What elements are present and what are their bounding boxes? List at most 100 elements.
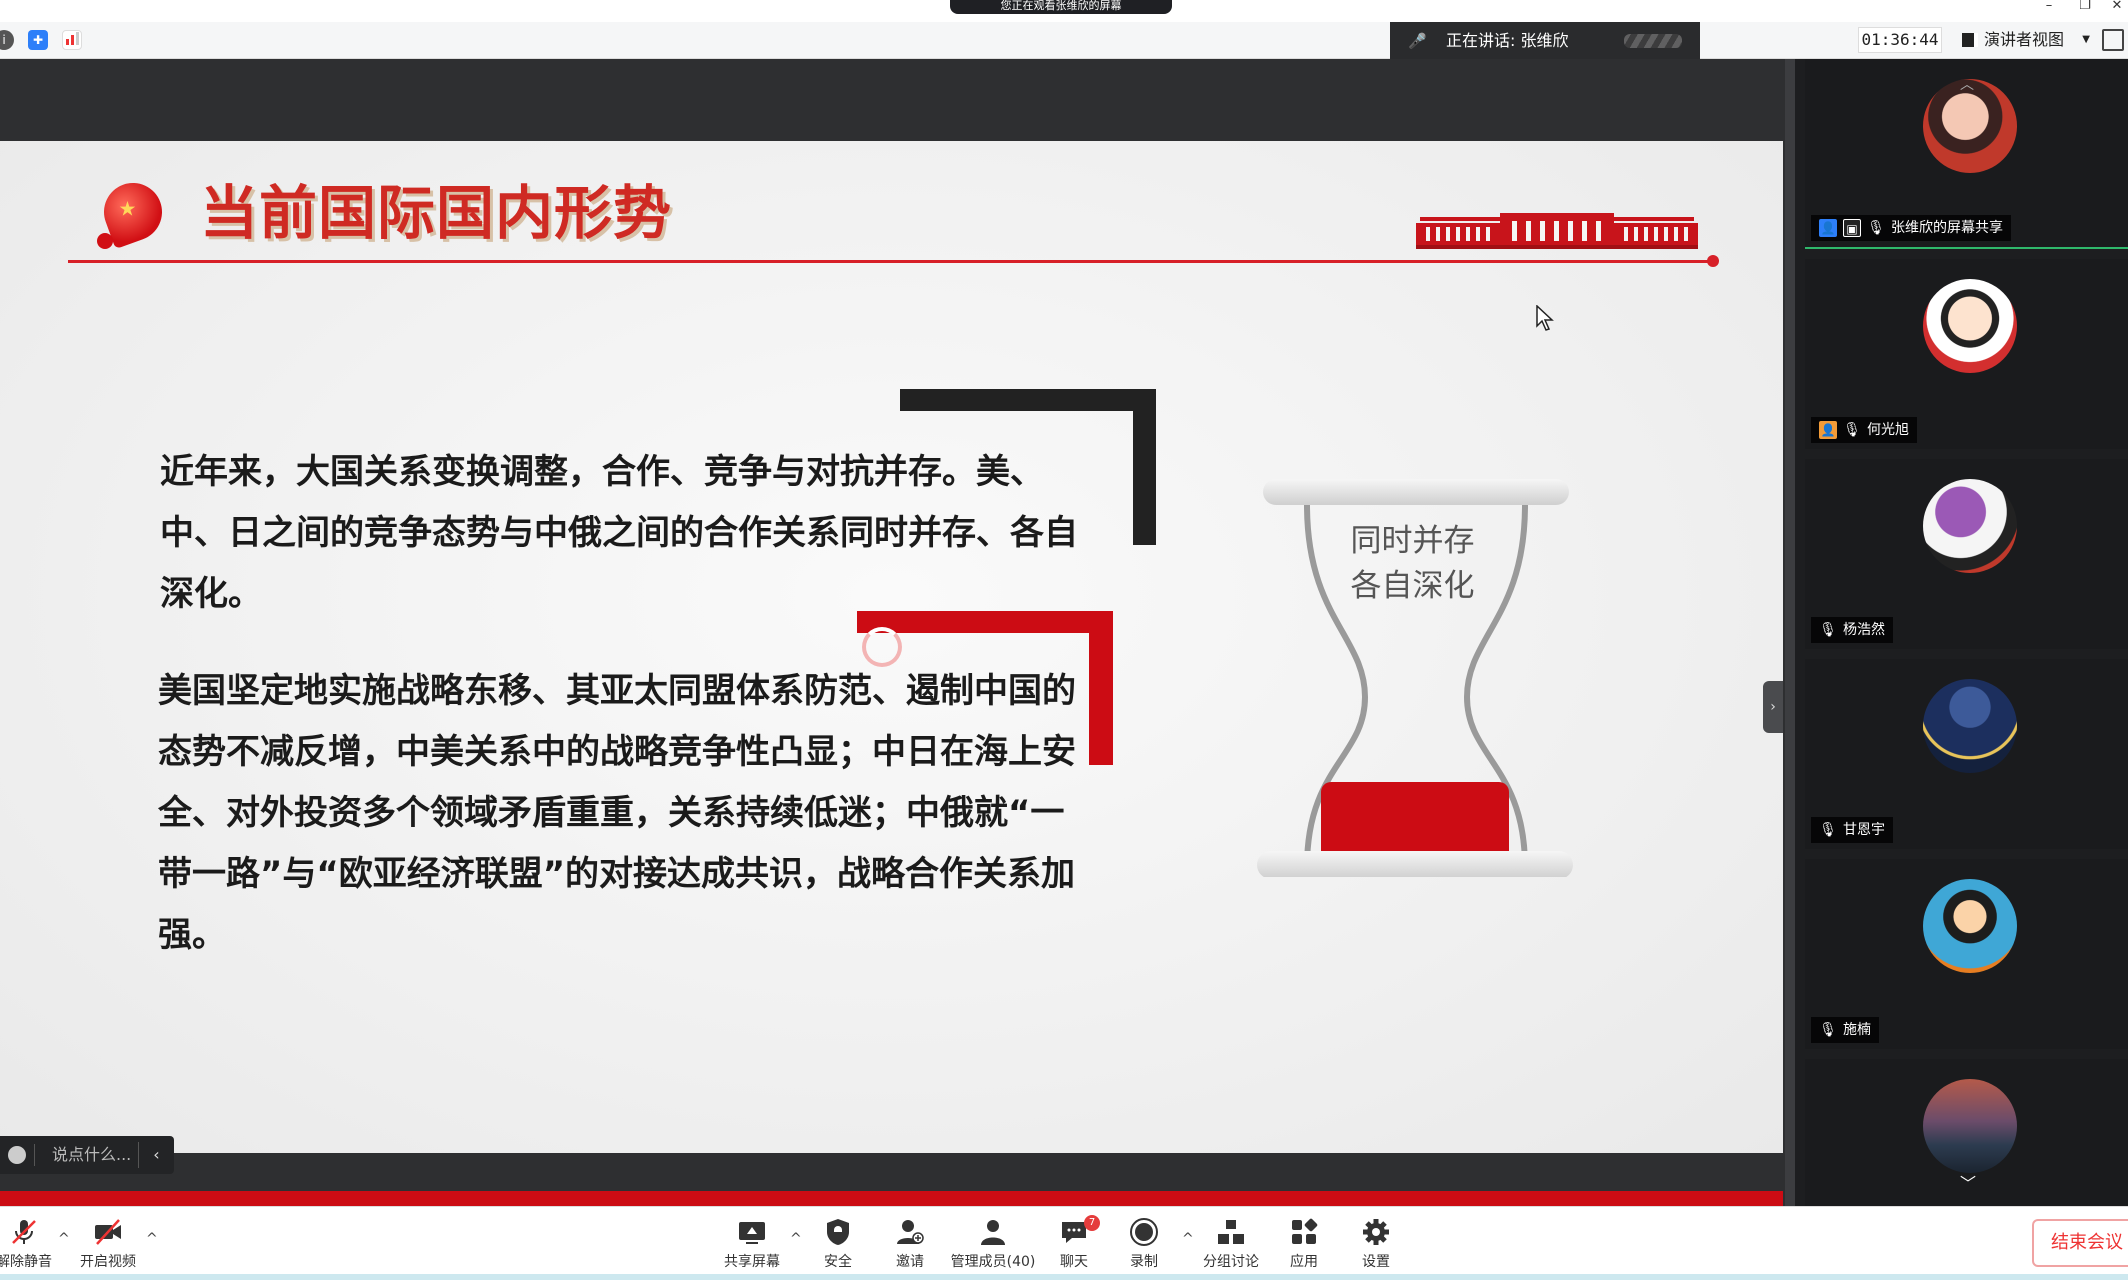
gallery-scroll-up-icon[interactable]: ︿ bbox=[1960, 74, 1974, 94]
start-video-button[interactable]: 开启视频 bbox=[68, 1213, 148, 1275]
meeting-timer: 01:36:44 bbox=[1858, 27, 1942, 53]
unmute-label: 解除静音 bbox=[0, 1254, 52, 1270]
participant-name: 何光旭 bbox=[1867, 422, 1909, 438]
add-user-icon bbox=[897, 1220, 924, 1244]
breakout-button[interactable]: 分组讨论 bbox=[1191, 1213, 1271, 1275]
hourglass-line-2: 各自深化 bbox=[1350, 568, 1475, 604]
chevron-down-icon: ▼ bbox=[2082, 34, 2090, 45]
participant-tile[interactable]: 🎙 杨浩然 bbox=[1805, 459, 2128, 649]
participant-name: 施楠 bbox=[1843, 1022, 1871, 1038]
divider-dot bbox=[1707, 255, 1719, 267]
video-options-caret[interactable]: ^ bbox=[146, 1231, 158, 1247]
slide-paragraph-2: 美国坚定地实施战略东移、其亚太同盟体系防范、遏制中国的态势不减反增，中美关系中的… bbox=[158, 671, 1076, 955]
close-icon[interactable]: ✕ bbox=[2104, 0, 2128, 14]
record-icon bbox=[1130, 1218, 1158, 1246]
security-label: 安全 bbox=[824, 1254, 852, 1270]
participant-name-tag: 🎙 甘恩宇 bbox=[1811, 817, 1893, 843]
signal-icon[interactable] bbox=[62, 30, 82, 50]
participant-tile[interactable]: 🎙 施楠 bbox=[1805, 859, 2128, 1049]
mic-muted-icon: 🎙 bbox=[1819, 822, 1837, 838]
record-button[interactable]: 录制 bbox=[1104, 1213, 1184, 1275]
chat-placeholder[interactable]: 说点什么... bbox=[52, 1136, 131, 1174]
security-button[interactable]: 安全 bbox=[798, 1213, 878, 1275]
mic-muted-icon: 🎙 bbox=[1843, 422, 1861, 438]
settings-button[interactable]: 设置 bbox=[1336, 1213, 1416, 1275]
participant-tile[interactable]: 🎙 甘恩宇 bbox=[1805, 659, 2128, 849]
share-screen-icon bbox=[739, 1222, 765, 1244]
video-off-icon bbox=[95, 1219, 121, 1245]
share-screen-label: 共享屏幕 bbox=[724, 1254, 780, 1270]
unmute-button[interactable]: 解除静音 bbox=[0, 1213, 64, 1275]
slide-paragraph-1: 近年来，大国关系变换调整，合作、竞争与对抗并存。美、中、日之间的竞争态势与中俄之… bbox=[160, 452, 1078, 614]
end-meeting-button[interactable]: 结束会议 bbox=[2032, 1219, 2128, 1267]
share-banner[interactable]: 您正在观看张维欣的屏幕 bbox=[950, 0, 1172, 14]
apps-label: 应用 bbox=[1290, 1254, 1318, 1270]
title-divider bbox=[68, 260, 1716, 263]
mic-muted-icon: 🎙 bbox=[1819, 1022, 1837, 1038]
apps-button[interactable]: 应用 bbox=[1264, 1213, 1344, 1275]
bracket-red-top bbox=[857, 611, 1113, 633]
share-screen-button[interactable]: 共享屏幕 bbox=[712, 1213, 792, 1275]
avatar bbox=[1923, 279, 2017, 373]
chat-button[interactable]: 7 聊天 bbox=[1034, 1213, 1114, 1275]
participant-name: 张维欣的屏幕共享 bbox=[1891, 220, 2003, 236]
mic-muted-icon: 🎤 bbox=[1408, 32, 1427, 50]
presentation-slide: ★ 当前国际国内形势 近年来，大国关系变换调整，合作、竞争与对抗并存。美、中、日… bbox=[0, 141, 1783, 1153]
bracket-black-top bbox=[900, 389, 1156, 411]
slide-title: 当前国际国内形势 bbox=[200, 179, 673, 247]
bottom-toolbar: 解除静音 ^ 开启视频 ^ 共享屏幕 ^ 安全 邀请 管理成员(40) 7 聊天 bbox=[0, 1206, 2128, 1280]
hourglass-caption: 同时并存 各自深化 bbox=[1330, 519, 1495, 609]
view-mode-label: 演讲者视图 bbox=[1984, 30, 2065, 49]
view-mode-button[interactable]: 演讲者视图 ▼ bbox=[1958, 27, 2094, 53]
record-label: 录制 bbox=[1130, 1254, 1158, 1270]
invite-button[interactable]: 邀请 bbox=[870, 1213, 950, 1275]
participant-name-tag: 🎙 杨浩然 bbox=[1811, 617, 1893, 643]
breakout-rooms-icon bbox=[1218, 1220, 1244, 1244]
hourglass-line-1: 同时并存 bbox=[1350, 523, 1475, 559]
bracket-black-right bbox=[1133, 389, 1156, 545]
participant-tile[interactable]: 👤 🎙 何光旭 bbox=[1805, 259, 2128, 449]
emoji-icon[interactable] bbox=[8, 1146, 26, 1164]
avatar bbox=[1923, 1079, 2017, 1173]
great-hall-icon bbox=[1416, 213, 1698, 249]
divider bbox=[34, 1144, 35, 1166]
minimize-icon[interactable]: – bbox=[2036, 0, 2062, 14]
breakout-label: 分组讨论 bbox=[1203, 1254, 1259, 1270]
mic-muted-icon bbox=[12, 1220, 36, 1244]
restore-icon[interactable]: ❐ bbox=[2072, 0, 2098, 14]
fullscreen-icon[interactable] bbox=[2102, 29, 2124, 51]
shield-icon bbox=[827, 1219, 849, 1245]
small-balloon-icon bbox=[97, 233, 113, 249]
chat-quick-input[interactable]: 说点什么... ‹ bbox=[0, 1136, 174, 1174]
mic-icon: 🎙 bbox=[1867, 220, 1885, 236]
gallery-scroll-down-icon[interactable]: ﹀ bbox=[1960, 1170, 1976, 1194]
meeting-window: 您正在观看张维欣的屏幕 – ❐ ✕ i ✚ 🎤 正在讲话: 张维欣 01:36:… bbox=[0, 0, 2128, 1280]
gear-icon bbox=[1363, 1219, 1389, 1245]
collapse-gallery-button[interactable]: › bbox=[1763, 681, 1783, 733]
participant-gallery: 👤 ▣ 🎙 张维欣的屏幕共享 👤 🎙 何光旭 🎙 杨浩然 � bbox=[1785, 59, 2128, 1206]
participant-name-tag: 🎙 施楠 bbox=[1811, 1017, 1879, 1043]
user-icon: 👤 bbox=[1819, 219, 1837, 237]
speaking-indicator: 🎤 正在讲话: 张维欣 bbox=[1390, 22, 1700, 60]
screen-share-icon: ▣ bbox=[1843, 219, 1861, 237]
invite-label: 邀请 bbox=[896, 1254, 924, 1270]
user-icon: 👤 bbox=[1819, 421, 1837, 439]
layout-icon bbox=[1962, 33, 1978, 47]
participant-name-tag: 👤 ▣ 🎙 张维欣的屏幕共享 bbox=[1811, 215, 2011, 241]
participant-name: 杨浩然 bbox=[1843, 622, 1885, 638]
start-video-label: 开启视频 bbox=[80, 1254, 136, 1270]
shield-icon[interactable]: ✚ bbox=[28, 30, 48, 50]
speaking-wave-icon bbox=[1624, 34, 1682, 48]
chevron-left-icon[interactable]: ‹ bbox=[138, 1142, 174, 1168]
chat-label: 聊天 bbox=[1060, 1254, 1088, 1270]
settings-label: 设置 bbox=[1362, 1254, 1390, 1270]
manage-members-label: 管理成员(40) bbox=[950, 1254, 1036, 1270]
manage-members-button[interactable]: 管理成员(40) bbox=[948, 1213, 1038, 1275]
chat-unread-badge: 7 bbox=[1084, 1215, 1100, 1231]
members-icon bbox=[981, 1220, 1005, 1245]
info-icon[interactable]: i bbox=[0, 30, 14, 50]
avatar bbox=[1923, 679, 2017, 773]
apps-grid-icon bbox=[1292, 1218, 1318, 1244]
top-toolbar: i ✚ bbox=[0, 22, 2128, 59]
taskbar-edge bbox=[0, 1274, 2128, 1280]
